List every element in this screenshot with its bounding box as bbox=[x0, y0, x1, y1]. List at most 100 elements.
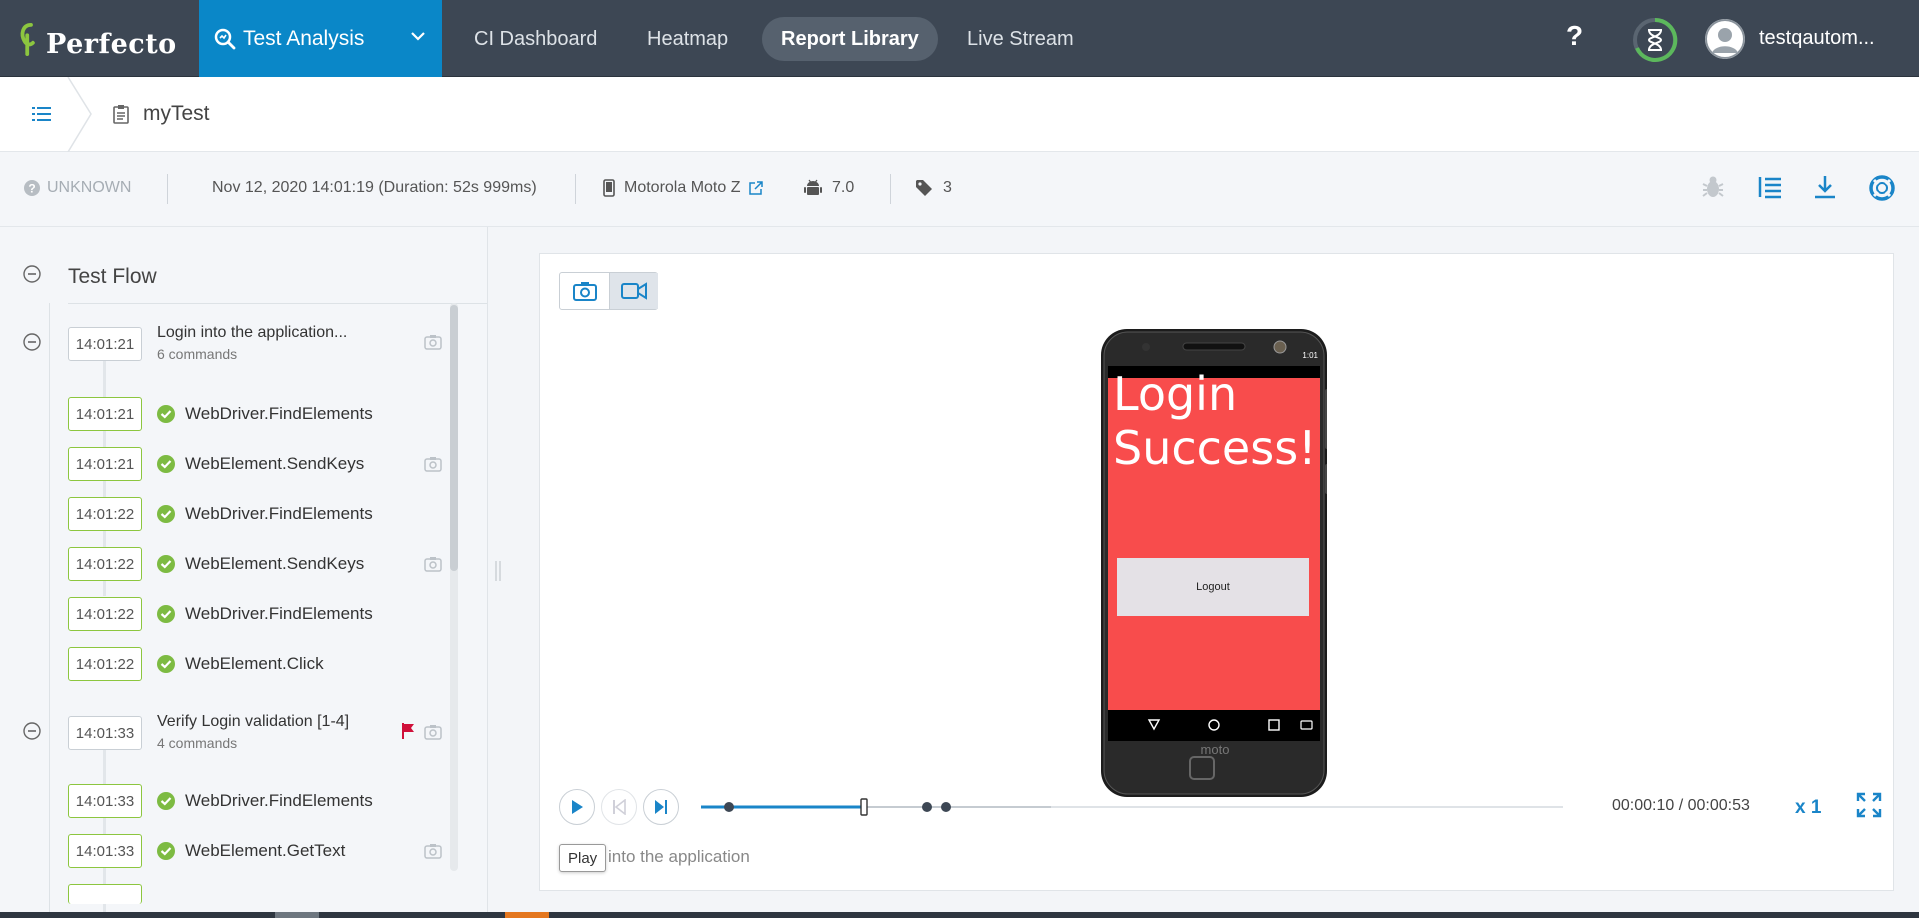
report-list-icon[interactable] bbox=[1757, 174, 1783, 200]
scrollbar-thumb[interactable] bbox=[450, 305, 458, 571]
check-circle-icon bbox=[157, 455, 175, 473]
check-circle-icon bbox=[157, 405, 175, 423]
username-label[interactable]: testqautom... bbox=[1759, 27, 1875, 50]
group-time[interactable]: 14:01:21 bbox=[68, 327, 142, 361]
perfecto-leaf-icon bbox=[20, 22, 35, 56]
group-time[interactable]: 14:01:33 bbox=[68, 716, 142, 750]
group-title[interactable]: Verify Login validation [1-4] bbox=[157, 713, 349, 731]
command-time[interactable]: 14:01:21 bbox=[68, 397, 142, 431]
device-brand-mark: moto bbox=[1200, 742, 1230, 757]
divider bbox=[49, 303, 50, 918]
nav-live-stream[interactable]: Live Stream bbox=[948, 17, 1093, 61]
help-button[interactable]: ? bbox=[1566, 20, 1583, 52]
command-label[interactable]: WebDriver.FindElements bbox=[185, 604, 373, 624]
play-button[interactable] bbox=[559, 789, 595, 825]
mobile-device-icon bbox=[603, 179, 615, 197]
screenshot-camera-icon[interactable] bbox=[424, 724, 442, 740]
screenshot-view-button[interactable] bbox=[560, 273, 609, 309]
breadcrumb: myTest bbox=[0, 77, 1919, 152]
external-link-icon[interactable] bbox=[748, 180, 764, 196]
video-camera-icon bbox=[621, 282, 647, 300]
tags-count-text: 3 bbox=[943, 179, 952, 196]
check-circle-icon bbox=[157, 842, 175, 860]
command-label[interactable]: WebDriver.FindElements bbox=[185, 504, 373, 524]
panel-resize-handle[interactable] bbox=[495, 561, 501, 581]
download-icon[interactable] bbox=[1812, 174, 1838, 200]
video-view-button[interactable] bbox=[609, 273, 658, 309]
breadcrumb-separator-icon bbox=[67, 77, 92, 152]
device-heading-line2: Success! bbox=[1113, 421, 1317, 475]
command-label[interactable]: WebElement.SendKeys bbox=[185, 554, 364, 574]
page-title: myTest bbox=[143, 102, 210, 125]
screenshot-camera-icon[interactable] bbox=[424, 843, 442, 859]
command-label[interactable]: WebElement.SendKeys bbox=[185, 454, 364, 474]
test-flow-header: Test Flow bbox=[0, 227, 487, 303]
lifebuoy-support-icon[interactable] bbox=[1868, 174, 1896, 202]
timeline-track[interactable] bbox=[701, 797, 1563, 817]
screenshot-camera-icon[interactable] bbox=[424, 456, 442, 472]
divider bbox=[68, 303, 487, 304]
nav-ci-dashboard[interactable]: CI Dashboard bbox=[455, 17, 616, 61]
command-label[interactable]: WebDriver.FindElements bbox=[185, 791, 373, 811]
timeline-marker bbox=[922, 802, 932, 812]
timeline-handle bbox=[860, 798, 868, 816]
device-statusbar: 1:01 bbox=[1118, 348, 1318, 362]
skip-forward-icon bbox=[655, 800, 667, 814]
device-heading: Login Success! bbox=[1113, 367, 1317, 475]
device-info[interactable]: Motorola Moto Z bbox=[603, 179, 764, 197]
taskbar-item bbox=[505, 912, 549, 918]
tag-icon bbox=[916, 180, 932, 196]
test-flow-panel: Test Flow 14:01:21 Login into the applic… bbox=[0, 227, 488, 918]
question-circle-icon: ? bbox=[24, 180, 40, 196]
status-text: UNKNOWN bbox=[47, 179, 132, 196]
timeline-marker bbox=[941, 802, 951, 812]
divider bbox=[575, 174, 576, 204]
top-navigation-bar: Perfecto Test Analysis CI Dashboard Heat… bbox=[0, 0, 1919, 77]
command-label[interactable]: WebElement.GetText bbox=[185, 841, 345, 861]
check-circle-icon bbox=[157, 605, 175, 623]
list-view-icon[interactable] bbox=[32, 105, 52, 123]
os-version-text: 7.0 bbox=[832, 179, 855, 196]
hourglass-timer-icon[interactable] bbox=[1632, 17, 1678, 63]
red-flag-icon bbox=[402, 723, 414, 739]
next-step-button[interactable] bbox=[643, 789, 679, 825]
nav-heatmap[interactable]: Heatmap bbox=[628, 17, 747, 61]
taskbar-item bbox=[275, 912, 319, 918]
group-title[interactable]: Login into the application... bbox=[157, 324, 347, 342]
brand-name: Perfecto bbox=[46, 28, 177, 60]
perfecto-logo[interactable]: Perfecto bbox=[18, 14, 177, 64]
group-collapse-icon[interactable] bbox=[23, 722, 41, 740]
user-avatar[interactable] bbox=[1705, 19, 1745, 59]
command-label[interactable]: WebElement.Click bbox=[185, 654, 324, 674]
collapse-all-icon[interactable] bbox=[23, 265, 41, 283]
device-logout-button: Logout bbox=[1117, 558, 1309, 616]
chevron-down-icon bbox=[411, 32, 425, 41]
check-circle-icon bbox=[157, 792, 175, 810]
check-circle-icon bbox=[157, 655, 175, 673]
tags-count[interactable]: 3 bbox=[915, 179, 952, 197]
test-info-bar: ? UNKNOWN Nov 12, 2020 14:01:19 (Duratio… bbox=[0, 152, 1919, 227]
view-toggle bbox=[559, 272, 658, 310]
app-selector-dropdown[interactable]: Test Analysis bbox=[199, 0, 442, 77]
command-time[interactable]: 14:01:22 bbox=[68, 647, 142, 681]
status-badge: ? UNKNOWN bbox=[23, 179, 131, 197]
command-time[interactable]: 14:01:22 bbox=[68, 547, 142, 581]
play-icon bbox=[572, 800, 583, 814]
fullscreen-icon[interactable] bbox=[1856, 792, 1882, 818]
command-time[interactable]: 14:01:33 bbox=[68, 834, 142, 868]
command-time[interactable]: 14:01:33 bbox=[68, 784, 142, 818]
playback-speed[interactable]: x 1 bbox=[1795, 797, 1821, 819]
command-time[interactable]: 14:01:22 bbox=[68, 497, 142, 531]
screenshot-camera-icon[interactable] bbox=[424, 556, 442, 572]
bug-icon[interactable] bbox=[1700, 174, 1726, 200]
command-time[interactable]: 14:01:22 bbox=[68, 597, 142, 631]
timeline-marker bbox=[724, 802, 734, 812]
previous-step-button[interactable] bbox=[601, 789, 637, 825]
device-name: Motorola Moto Z bbox=[624, 179, 741, 196]
svg-text:?: ? bbox=[28, 182, 35, 196]
command-time[interactable]: 14:01:21 bbox=[68, 447, 142, 481]
screenshot-camera-icon[interactable] bbox=[424, 334, 442, 350]
command-label[interactable]: WebDriver.FindElements bbox=[185, 404, 373, 424]
nav-report-library[interactable]: Report Library bbox=[762, 17, 938, 61]
group-collapse-icon[interactable] bbox=[23, 333, 41, 351]
